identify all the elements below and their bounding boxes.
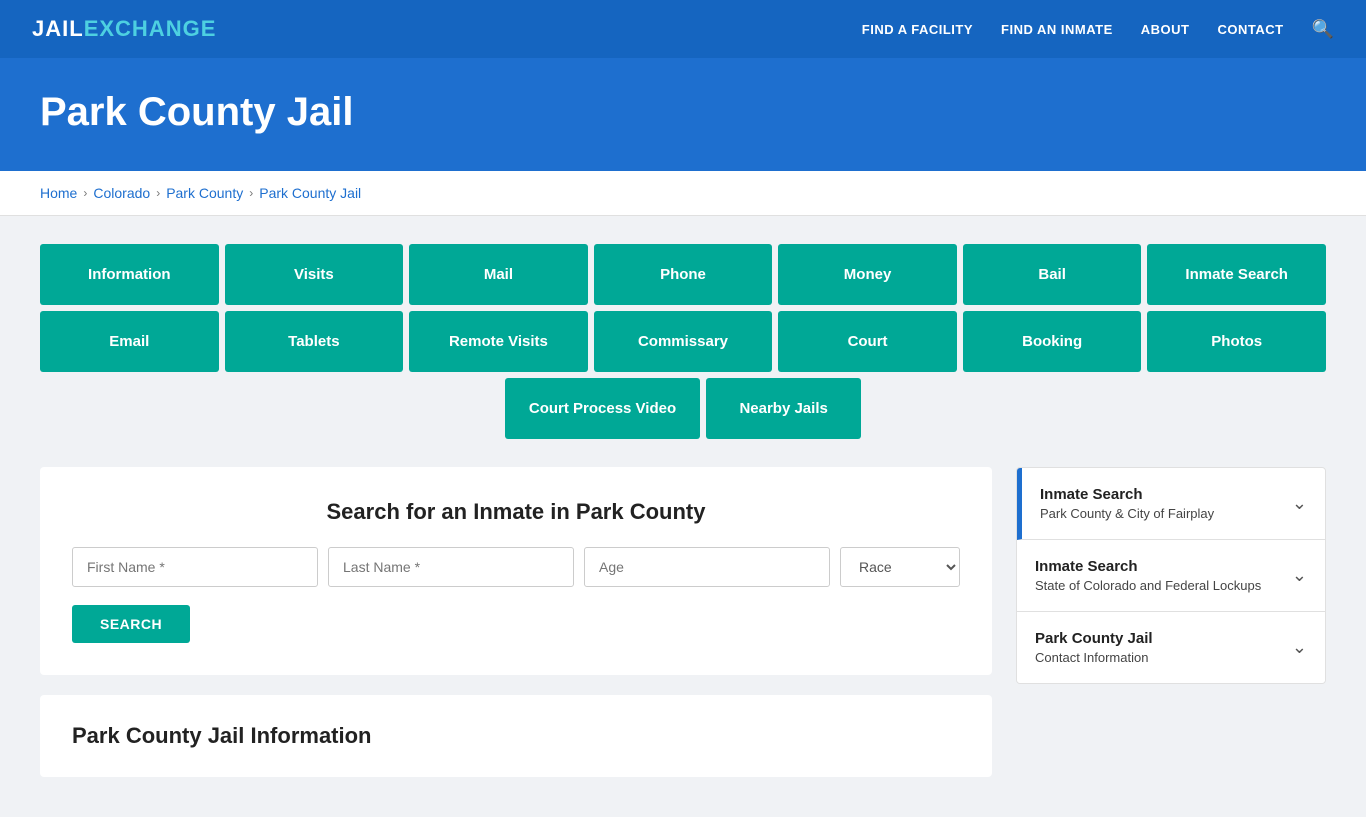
tile-phone[interactable]: Phone (594, 244, 773, 305)
tile-visits[interactable]: Visits (225, 244, 404, 305)
chevron-down-icon-2: ⌄ (1292, 565, 1307, 586)
sidebar-card-contact-title: Park County Jail (1035, 630, 1153, 647)
tile-photos[interactable]: Photos (1147, 311, 1326, 372)
nav-about[interactable]: ABOUT (1141, 22, 1190, 37)
tile-court[interactable]: Court (778, 311, 957, 372)
tile-inmate-search[interactable]: Inmate Search (1147, 244, 1326, 305)
race-select[interactable]: Race White Black Hispanic Asian Other (840, 547, 960, 587)
breadcrumb-sep-2: › (156, 186, 160, 200)
main-content: Information Visits Mail Phone Money Bail… (0, 216, 1366, 817)
info-section-title: Park County Jail Information (72, 723, 960, 749)
tile-row-2: Email Tablets Remote Visits Commissary C… (40, 311, 1326, 372)
tile-booking[interactable]: Booking (963, 311, 1142, 372)
breadcrumb-current: Park County Jail (259, 185, 361, 201)
info-section: Park County Jail Information (40, 695, 992, 777)
age-input[interactable] (584, 547, 830, 587)
breadcrumb-sep-3: › (249, 186, 253, 200)
sidebar-card-state-title: Inmate Search (1035, 558, 1261, 575)
two-col-layout: Search for an Inmate in Park County Race… (40, 467, 1326, 777)
navbar: JAILEXCHANGE FIND A FACILITY FIND AN INM… (0, 0, 1366, 58)
tile-row-3: Court Process Video Nearby Jails (40, 378, 1326, 439)
tile-tablets[interactable]: Tablets (225, 311, 404, 372)
chevron-down-icon: ⌄ (1292, 493, 1307, 514)
tile-commissary[interactable]: Commissary (594, 311, 773, 372)
tile-email[interactable]: Email (40, 311, 219, 372)
breadcrumb: Home › Colorado › Park County › Park Cou… (40, 185, 1326, 201)
sidebar-card-contact-subtitle: Contact Information (1035, 650, 1153, 665)
first-name-input[interactable] (72, 547, 318, 587)
search-card: Search for an Inmate in Park County Race… (40, 467, 992, 675)
tile-row-1: Information Visits Mail Phone Money Bail… (40, 244, 1326, 305)
chevron-down-icon-3: ⌄ (1292, 637, 1307, 658)
page-title: Park County Jail (40, 90, 1326, 135)
search-button[interactable]: SEARCH (72, 605, 190, 643)
breadcrumb-home[interactable]: Home (40, 185, 77, 201)
tile-bail[interactable]: Bail (963, 244, 1142, 305)
nav-find-inmate[interactable]: FIND AN INMATE (1001, 22, 1113, 37)
nav-contact[interactable]: CONTACT (1217, 22, 1283, 37)
breadcrumb-sep-1: › (83, 186, 87, 200)
tile-nearby-jails[interactable]: Nearby Jails (706, 378, 861, 439)
search-title: Search for an Inmate in Park County (72, 499, 960, 525)
sidebar-card-state-subtitle: State of Colorado and Federal Lockups (1035, 578, 1261, 593)
tile-mail[interactable]: Mail (409, 244, 588, 305)
nav-find-facility[interactable]: FIND A FACILITY (862, 22, 973, 37)
tile-court-process-video[interactable]: Court Process Video (505, 378, 700, 439)
sidebar-card-contact[interactable]: Park County Jail Contact Information ⌄ (1017, 612, 1325, 683)
breadcrumb-bar: Home › Colorado › Park County › Park Cou… (0, 171, 1366, 216)
last-name-input[interactable] (328, 547, 574, 587)
sidebar-card-local[interactable]: Inmate Search Park County & City of Fair… (1017, 468, 1325, 540)
search-fields: Race White Black Hispanic Asian Other (72, 547, 960, 587)
sidebar-card-state[interactable]: Inmate Search State of Colorado and Fede… (1017, 540, 1325, 612)
logo-exchange: EXCHANGE (84, 16, 217, 42)
tile-money[interactable]: Money (778, 244, 957, 305)
search-icon[interactable]: 🔍 (1312, 19, 1334, 40)
sidebar-card-local-title: Inmate Search (1040, 486, 1214, 503)
sidebar-card-local-subtitle: Park County & City of Fairplay (1040, 506, 1214, 521)
tile-remote-visits[interactable]: Remote Visits (409, 311, 588, 372)
logo-jail: JAIL (32, 16, 84, 42)
site-logo[interactable]: JAILEXCHANGE (32, 16, 216, 42)
breadcrumb-colorado[interactable]: Colorado (93, 185, 150, 201)
sidebar-cards: Inmate Search Park County & City of Fair… (1016, 467, 1326, 684)
tile-information[interactable]: Information (40, 244, 219, 305)
hero-section: Park County Jail (0, 58, 1366, 171)
breadcrumb-park-county[interactable]: Park County (166, 185, 243, 201)
nav-links: FIND A FACILITY FIND AN INMATE ABOUT CON… (862, 19, 1334, 40)
